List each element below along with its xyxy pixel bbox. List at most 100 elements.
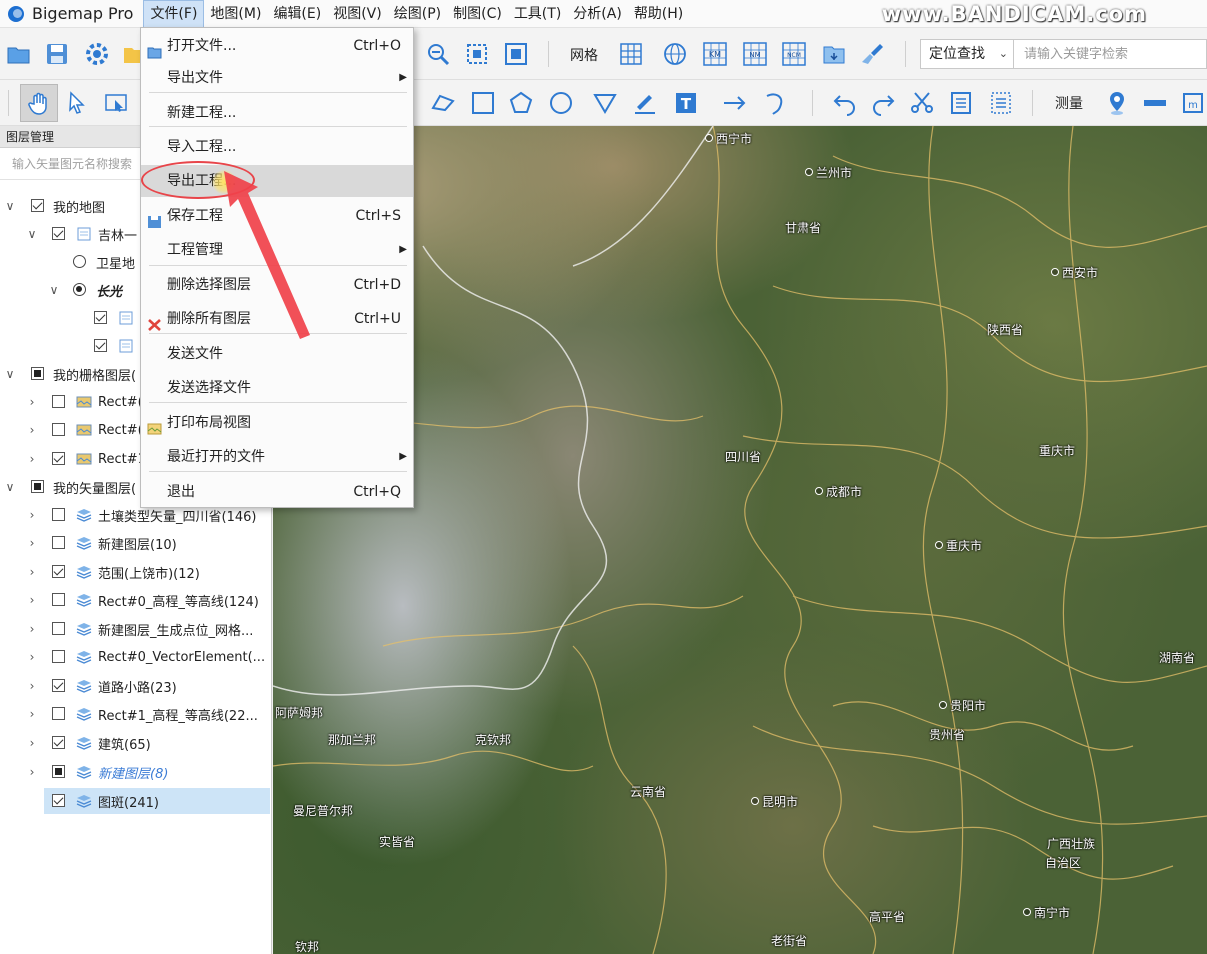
measure-label[interactable]: 测量	[1055, 93, 1083, 113]
rectangle-icon[interactable]	[470, 90, 496, 116]
pentagon-icon[interactable]	[508, 90, 534, 116]
chevron-right-icon[interactable]: ›	[26, 680, 38, 692]
zoom-out-icon[interactable]	[425, 41, 451, 67]
ruler-icon[interactable]	[1142, 90, 1168, 116]
inverted-triangle-icon[interactable]	[592, 90, 618, 116]
layer-checkbox[interactable]	[52, 736, 65, 749]
file-menu-item[interactable]: 打开文件... Ctrl+O	[141, 30, 413, 62]
menu-tools[interactable]: 工具(T)	[508, 0, 567, 28]
circle-icon[interactable]	[548, 90, 574, 116]
undo-icon[interactable]	[832, 90, 858, 116]
layer-tree-row[interactable]: › Rect#0_VectorElement(...	[0, 644, 272, 670]
layer-tree-row[interactable]: › 新建图层_生成点位_网格...	[0, 616, 272, 642]
layer-checkbox[interactable]	[52, 508, 65, 521]
layer-checkbox[interactable]	[52, 650, 65, 663]
chevron-right-icon[interactable]: ›	[26, 766, 38, 778]
chevron-down-icon[interactable]: ∨	[4, 481, 16, 493]
redo-icon[interactable]	[870, 90, 896, 116]
chevron-down-icon[interactable]: ∨	[48, 284, 60, 296]
grid-icon[interactable]	[618, 41, 644, 67]
globe-grid-icon[interactable]	[662, 41, 688, 67]
layer-checkbox[interactable]	[52, 565, 65, 578]
layer-tree-row[interactable]: › 道路小路(23)	[0, 673, 272, 699]
export-icon[interactable]	[821, 41, 847, 67]
select-arrow-icon[interactable]	[64, 90, 90, 116]
ncm-grid-icon[interactable]: NCM	[781, 41, 807, 67]
chevron-down-icon[interactable]: ∨	[4, 200, 16, 212]
layer-checkbox[interactable]	[94, 339, 107, 352]
layer-checkbox[interactable]	[52, 395, 65, 408]
text-icon[interactable]: T	[673, 90, 699, 116]
polyline-icon[interactable]	[430, 90, 456, 116]
layer-tree-row[interactable]: › Rect#0_高程_等高线(124)	[0, 587, 272, 613]
fit-icon[interactable]	[503, 41, 529, 67]
menu-file[interactable]: 文件(F)	[143, 0, 205, 28]
file-menu-item[interactable]: 退出 Ctrl+Q	[141, 476, 413, 508]
file-menu-item[interactable]: 导出文件 ▶	[141, 62, 413, 94]
arrow-icon[interactable]	[722, 90, 748, 116]
menu-draw[interactable]: 绘图(P)	[388, 0, 447, 28]
layer-checkbox[interactable]	[52, 794, 65, 807]
chevron-right-icon[interactable]: ›	[26, 651, 38, 663]
document-icon[interactable]	[948, 90, 974, 116]
menu-view[interactable]: 视图(V)	[327, 0, 388, 28]
layer-checkbox[interactable]	[94, 311, 107, 324]
layer-checkbox[interactable]	[52, 622, 65, 635]
layer-tree-row[interactable]: › Rect#1_高程_等高线(22...	[0, 701, 272, 727]
layer-checkbox[interactable]	[52, 452, 65, 465]
chevron-down-icon[interactable]: ∨	[26, 228, 38, 240]
layer-checkbox[interactable]	[52, 765, 65, 778]
layer-checkbox[interactable]	[52, 227, 65, 240]
file-menu-item[interactable]: 最近打开的文件 ▶	[141, 441, 413, 473]
pan-tool-button[interactable]	[20, 84, 58, 122]
file-menu-item[interactable]: 新建工程...	[141, 97, 413, 129]
zoom-extent-icon[interactable]	[464, 41, 490, 67]
file-menu-item[interactable]: 打印布局视图	[141, 407, 413, 439]
chevron-right-icon[interactable]: ›	[26, 623, 38, 635]
layer-checkbox[interactable]	[52, 593, 65, 606]
list-icon[interactable]	[988, 90, 1014, 116]
scissors-icon[interactable]	[909, 90, 935, 116]
layer-checkbox[interactable]	[52, 707, 65, 720]
layer-checkbox[interactable]	[31, 199, 44, 212]
layer-checkbox[interactable]	[52, 536, 65, 549]
layer-tree-row[interactable]: › 新建图层(8)	[0, 759, 272, 785]
menu-cartography[interactable]: 制图(C)	[447, 0, 508, 28]
folder-open-icon[interactable]	[6, 41, 32, 67]
save-icon[interactable]	[44, 41, 70, 67]
chevron-right-icon[interactable]: ›	[26, 537, 38, 549]
pen-icon[interactable]	[632, 90, 658, 116]
location-pin-icon[interactable]	[1104, 90, 1130, 116]
chevron-down-icon[interactable]: ∨	[4, 368, 16, 380]
chevron-right-icon[interactable]: ›	[26, 594, 38, 606]
chevron-right-icon[interactable]: ›	[26, 708, 38, 720]
chevron-right-icon[interactable]: ›	[26, 509, 38, 521]
file-menu-item[interactable]: 发送选择文件	[141, 372, 413, 404]
screenshot-icon[interactable]	[103, 90, 129, 116]
layer-checkbox[interactable]	[31, 367, 44, 380]
menu-map[interactable]: 地图(M)	[204, 0, 267, 28]
menu-help[interactable]: 帮助(H)	[628, 0, 689, 28]
layer-radio[interactable]	[73, 255, 86, 268]
layer-radio[interactable]	[73, 283, 86, 296]
area-measure-icon[interactable]: m	[1180, 90, 1206, 116]
layer-checkbox[interactable]	[31, 480, 44, 493]
locate-select[interactable]: 定位查找 ⌄	[920, 39, 1014, 69]
layer-checkbox[interactable]	[52, 679, 65, 692]
search-input[interactable]	[1013, 39, 1207, 69]
menu-analysis[interactable]: 分析(A)	[567, 0, 628, 28]
layer-checkbox[interactable]	[52, 423, 65, 436]
km-grid-icon[interactable]: KM	[702, 41, 728, 67]
chevron-right-icon[interactable]: ›	[26, 453, 38, 465]
layer-tree-row[interactable]: › 建筑(65)	[0, 730, 272, 756]
chevron-right-icon[interactable]: ›	[26, 424, 38, 436]
grid-label[interactable]: 网格	[570, 45, 598, 65]
layer-tree-row[interactable]: › 新建图层(10)	[0, 530, 272, 556]
brush-icon[interactable]	[860, 41, 886, 67]
chevron-right-icon[interactable]: ›	[26, 566, 38, 578]
chevron-right-icon[interactable]: ›	[26, 396, 38, 408]
file-menu-item[interactable]: 导入工程...	[141, 131, 413, 163]
layer-tree-row[interactable]: ›图斑(241)	[44, 788, 270, 814]
menu-edit[interactable]: 编辑(E)	[267, 0, 327, 28]
chevron-right-icon[interactable]: ›	[26, 737, 38, 749]
